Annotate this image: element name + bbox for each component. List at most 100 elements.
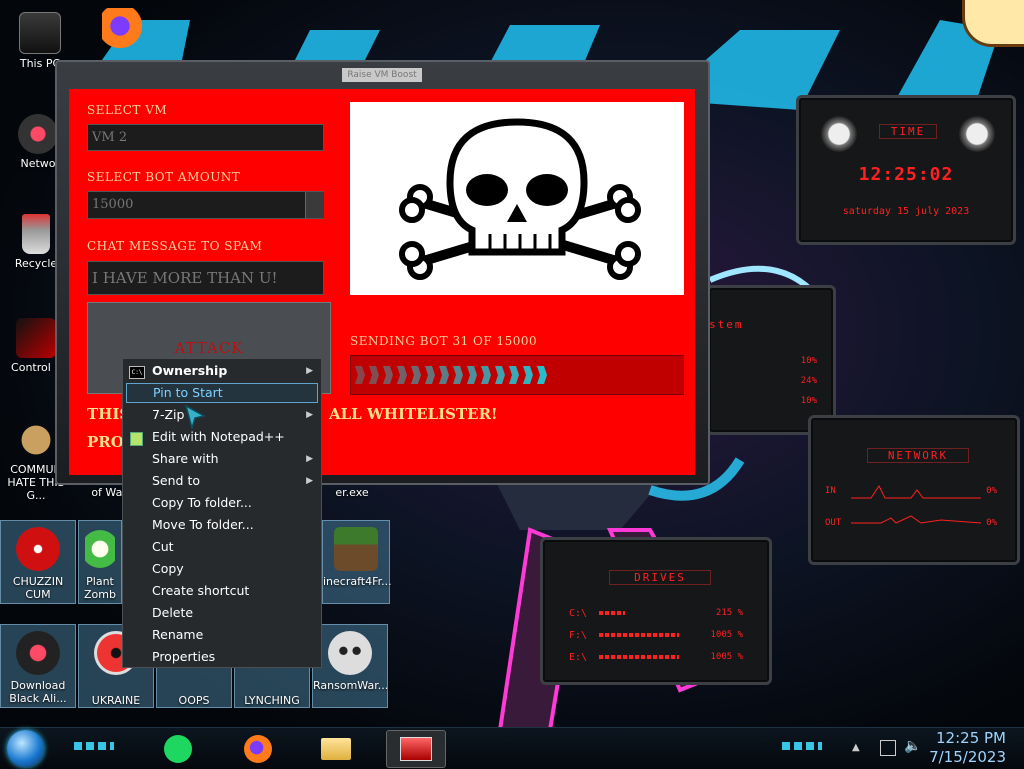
progress-segment (509, 366, 519, 384)
chat-message-label: CHAT MESSAGE TO SPAM (87, 239, 263, 253)
taskbar-date[interactable]: 7/15/2023 (922, 748, 1006, 766)
submenu-arrow-icon: ▶ (306, 366, 313, 376)
taskbar-clock[interactable]: 12:25 PM (922, 729, 1006, 747)
network-tray-icon[interactable] (880, 740, 896, 756)
start-orb-button[interactable] (7, 730, 44, 767)
show-hidden-icons-icon[interactable]: ▲ (852, 742, 866, 754)
money-bag-icon (16, 420, 56, 460)
spotify-icon (164, 735, 192, 763)
spotify-taskbar-button[interactable] (160, 734, 196, 764)
bot-amount-spin-buttons[interactable] (305, 192, 324, 218)
folder-icon (321, 738, 351, 760)
bot-progress-fill (355, 366, 551, 384)
alien-logo-left-icon (821, 116, 857, 152)
firefox-taskbar-icon (244, 735, 272, 763)
bottom-text-line2: PRO (87, 433, 124, 451)
select-vm-field[interactable]: VM 2 (87, 124, 324, 151)
drive-f-value: 1005 % (710, 630, 743, 640)
time-gadget-title: TIME (879, 124, 937, 139)
desktop-label-exe[interactable]: er.exe (316, 486, 388, 499)
skull-crossbones-icon (399, 118, 641, 280)
firefox-desktop-icon[interactable] (86, 8, 158, 51)
drive-e-value: 1005 % (710, 652, 743, 662)
menu-item-copy[interactable]: Copy (126, 559, 318, 579)
progress-segment (537, 366, 547, 384)
submenu-arrow-icon: ▶ (306, 454, 313, 464)
progress-segment (495, 366, 505, 384)
drive-c-bar (599, 611, 625, 615)
disk-value: 10% (800, 396, 817, 406)
attack-button-label: ATTACK (174, 339, 244, 357)
menu-item-share-with[interactable]: Share with ▶ (126, 449, 318, 469)
firefox-taskbar-button[interactable] (240, 734, 276, 764)
network-gadget-title: NETWORK (867, 448, 969, 463)
network-out-value: 0% (986, 518, 997, 528)
menu-item-move-to-folder[interactable]: Move To folder... (126, 515, 318, 535)
drive-f-bar (599, 633, 679, 637)
progress-segment (355, 366, 365, 384)
context-menu[interactable]: C:\ Ownership ▶ Pin to Start 7-Zip ▶ Edit wit… (122, 358, 322, 668)
progress-segment (383, 366, 393, 384)
bot-amount-stepper[interactable]: 15000 (87, 191, 324, 219)
network-globe-icon (18, 114, 58, 154)
alien-globe-icon (16, 631, 60, 675)
submenu-arrow-icon: ▶ (306, 476, 313, 486)
chuzzle-icon (16, 527, 60, 571)
time-gadget[interactable]: TIME 12:25:02 saturday 15 july 2023 (796, 95, 1016, 245)
menu-item-7-zip[interactable]: 7-Zip ▶ (126, 405, 318, 425)
drive-f-label: F:\ (569, 630, 588, 641)
skull-picture (350, 102, 684, 295)
menu-item-copy-to-folder[interactable]: Copy To folder... (126, 493, 318, 513)
menu-item-pin-to-start[interactable]: Pin to Start (126, 383, 318, 403)
plant-icon (85, 527, 115, 571)
menu-item-ownership[interactable]: Ownership ▶ (126, 361, 318, 381)
progress-segment (411, 366, 421, 384)
network-out-label: OUT (825, 518, 842, 528)
drive-e-label: E:\ (569, 652, 588, 663)
desktop-tile-ransomware[interactable]: RansomWar... (312, 624, 388, 708)
desktop-tile-chuzzin[interactable]: CHUZZIN CUM (0, 520, 76, 604)
drives-gadget-title: DRIVES (609, 570, 711, 585)
progress-segment (439, 366, 449, 384)
menu-item-send-to[interactable]: Send to ▶ (126, 471, 318, 491)
system-gadget-title: stem (709, 318, 744, 331)
computer-icon (19, 12, 61, 54)
network-in-value: 0% (986, 486, 997, 496)
drives-gadget[interactable]: DRIVES C:\ 215 % F:\ 1005 % E:\ 1005 % (540, 537, 772, 685)
menu-item-properties[interactable]: Properties (126, 647, 318, 667)
progress-segment (467, 366, 477, 384)
menu-item-create-shortcut[interactable]: Create shortcut (126, 581, 318, 601)
chat-message-input[interactable]: I HAVE MORE THAN U! (87, 261, 324, 295)
desktop-tile-download-black[interactable]: Download Black Ali... (0, 624, 76, 708)
clock-readout: 12:25:02 (858, 164, 954, 185)
control-panel-icon (16, 318, 56, 358)
drive-c-value: 215 % (715, 608, 743, 618)
network-gadget[interactable]: NETWORK IN 0% OUT 0% (808, 415, 1020, 565)
desktop-tile-plant-zomb[interactable]: Plant Zomb (78, 520, 122, 604)
system-gadget[interactable]: stem 10% 24% 10% (706, 285, 836, 435)
menu-item-edit-with-notepad[interactable]: Edit with Notepad++ (126, 427, 318, 447)
drive-e-bar (599, 655, 679, 659)
app-window-icon (400, 737, 432, 761)
bot-progress-bar (350, 355, 684, 395)
minecraft-block-icon (334, 527, 378, 571)
progress-segment (481, 366, 491, 384)
progress-status-text: SENDING BOT 31 OF 15000 (350, 334, 538, 348)
network-traffic-graph (851, 485, 981, 524)
taskbar: ▲ 🔈 12:25 PM 7/15/2023 (0, 727, 1024, 769)
menu-item-delete[interactable]: Delete (126, 603, 318, 623)
active-app-taskbar-button[interactable] (386, 730, 446, 768)
progress-segment (453, 366, 463, 384)
menu-item-rename[interactable]: Rename (126, 625, 318, 645)
progress-segment (397, 366, 407, 384)
ram-value: 24% (800, 376, 817, 386)
menu-item-cut[interactable]: Cut (126, 537, 318, 557)
mouse-cursor-icon (184, 404, 207, 430)
taskbar-deco-right-icon (782, 742, 822, 750)
explorer-taskbar-button[interactable] (318, 734, 354, 764)
progress-segment (425, 366, 435, 384)
window-title: Raise VM Boost (342, 68, 422, 82)
volume-tray-icon[interactable]: 🔈 (904, 738, 921, 754)
alien-logo-right-icon (959, 116, 995, 152)
desktop-tile-minecraft[interactable]: inecraft4Fr... (322, 520, 392, 604)
